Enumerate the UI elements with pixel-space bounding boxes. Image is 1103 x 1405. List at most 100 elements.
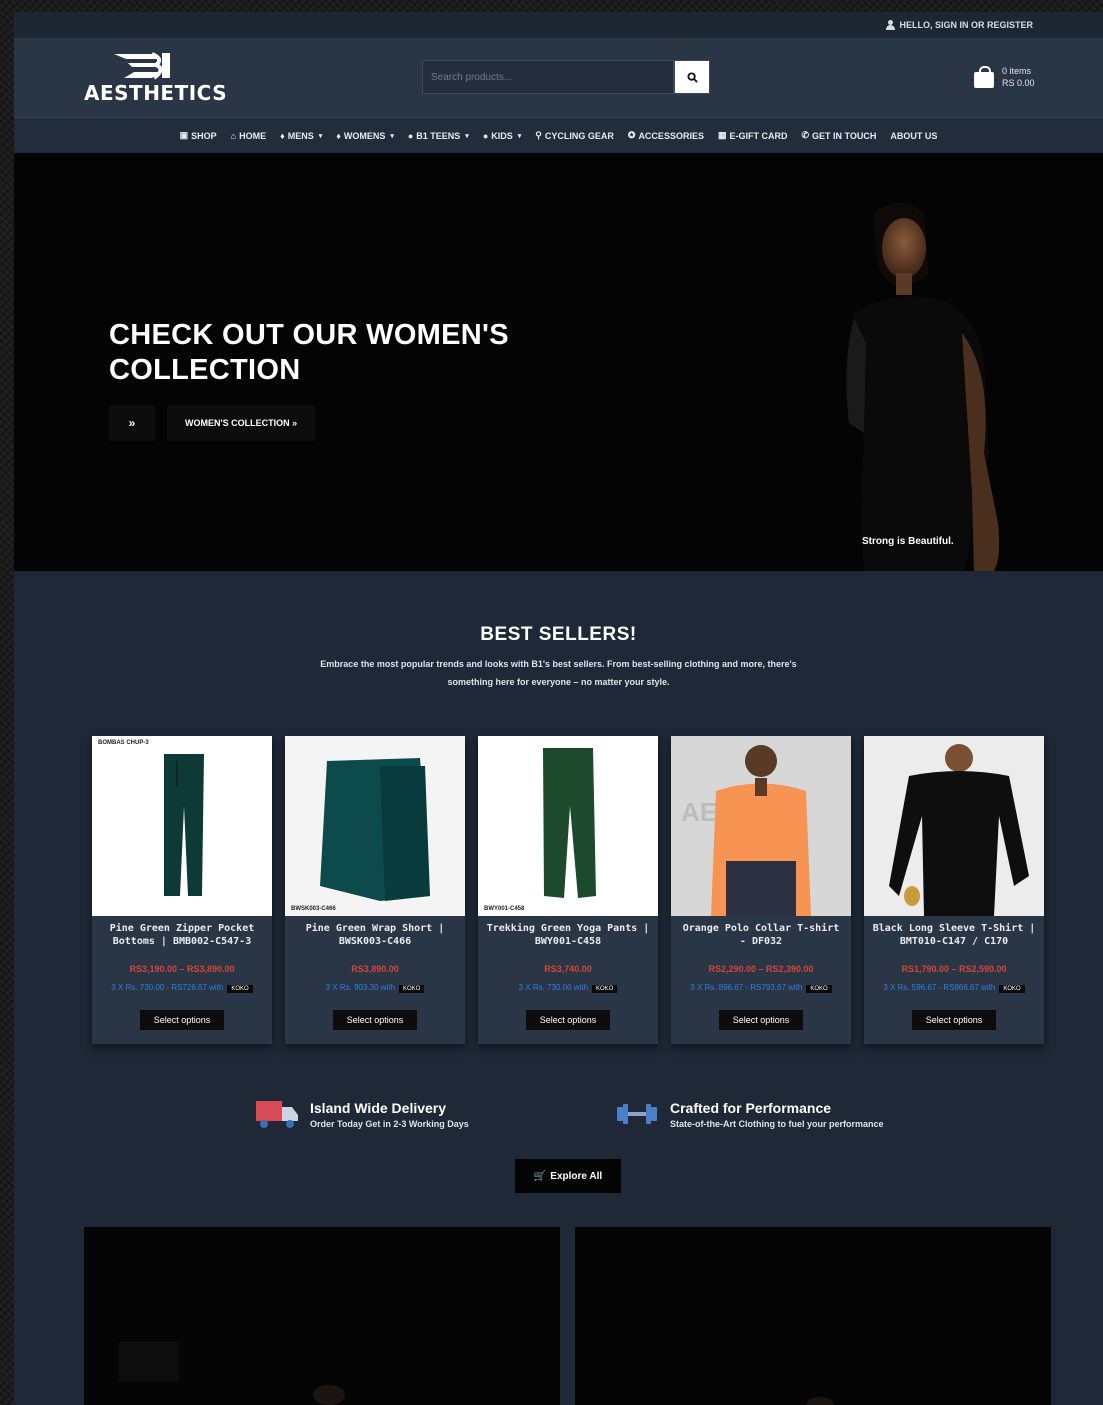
site-header: AESTHETICS 0 items RS 0.00 — [14, 39, 1103, 117]
product-name[interactable]: Black Long Sleeve T-Shirt | BMT010-C147 … — [864, 916, 1044, 958]
koko-badge: KOKO — [999, 985, 1025, 993]
product-price: RS3,890.00 — [351, 964, 399, 974]
product-grid: BOMBAS CHUP-3 Pine Green Zipper Pocket Bo… — [92, 736, 1057, 1044]
product-image[interactable]: AE — [671, 736, 851, 916]
nav-item-label: HOME — [239, 130, 267, 141]
select-options-button[interactable]: Select options — [333, 1010, 417, 1030]
phone-icon: ✆ — [801, 130, 810, 140]
product-name[interactable]: Pine Green Zipper Pocket Bottoms | BMB00… — [92, 916, 272, 958]
promo-panel-left[interactable] — [84, 1227, 560, 1405]
feature-performance: Crafted for Performance State-of-the-Art… — [614, 1097, 884, 1131]
product-image[interactable] — [864, 736, 1044, 916]
top-bar: Hello, SIGN IN or REGISTER — [14, 12, 1103, 39]
gift-icon: ▦ — [717, 130, 727, 140]
hero-model-image — [846, 203, 1000, 571]
page: Hello, SIGN IN or REGISTER AESTHETICS — [14, 12, 1103, 1405]
koko-badge: KOKO — [227, 985, 253, 993]
nav-item-womens[interactable]: ♦ WOMENS ▾ — [336, 131, 394, 141]
product-name[interactable]: Trekking Green Yoga Pants | BWY001-C458 — [478, 916, 658, 958]
product-price: RS3,740.00 — [544, 964, 592, 974]
feature-delivery: Island Wide Delivery Order Today Get in … — [254, 1097, 469, 1131]
nav-item-e-gift-card[interactable]: ▦ E-GIFT CARD — [718, 130, 788, 141]
cart-icon: 🛒 — [533, 1170, 547, 1182]
search-input[interactable] — [422, 60, 674, 94]
kids-icon: ● — [482, 130, 489, 141]
nav-item-get-in-touch[interactable]: ✆ GET IN TOUCH — [801, 130, 876, 141]
b1-logo-mark — [114, 52, 170, 80]
logo[interactable]: AESTHETICS — [84, 51, 227, 105]
product-card[interactable]: Black Long Sleeve T-Shirt | BMT010-C147 … — [864, 736, 1044, 1044]
chevron-down-icon: ▾ — [318, 132, 323, 140]
nav-item-label: KIDS — [491, 130, 513, 141]
nav-item-kids[interactable]: ● KIDS ▾ — [483, 131, 521, 141]
best-sellers-title: BEST SELLERS! — [480, 624, 637, 645]
nav-item-b1-teens[interactable]: ● B1 TEENS ▾ — [408, 131, 469, 141]
nav-item-label: WOMENS — [343, 130, 386, 141]
select-options-button[interactable]: Select options — [912, 1010, 996, 1030]
product-name[interactable]: Pine Green Wrap Short | BWSK003-C466 — [285, 916, 465, 958]
cart-item-count: 0 items — [1002, 66, 1032, 76]
nav-item-cycling-gear[interactable]: ⚲ CYCLING GEAR — [535, 130, 614, 141]
nav-item-label: B1 TEENS — [416, 130, 461, 141]
product-card[interactable]: AE Orange Polo Collar T-shirt - DF032 RS2,… — [671, 736, 851, 1044]
cart[interactable]: 0 items RS 0.00 — [974, 65, 1035, 89]
product-price: RS2,290.00 – RS2,390.00 — [708, 964, 814, 974]
product-card[interactable]: BWY001-C458 Trekking Green Yoga Pants | B… — [478, 736, 658, 1044]
womens-collection-button[interactable]: WOMEN'S COLLECTION » — [167, 405, 316, 441]
search-icon — [686, 71, 698, 83]
feature-subtitle: State-of-the-Art Clothing to fuel your p… — [670, 1118, 884, 1129]
shop-icon: ▣ — [179, 130, 189, 140]
product-image-label: BWY001-C458 — [484, 906, 525, 912]
nav-item-mens[interactable]: ♦ MENS ▾ — [280, 131, 322, 141]
installment-info: 3 X Rs. 903.30 with KOKO — [285, 983, 465, 993]
product-image[interactable]: BWY001-C458 — [478, 736, 658, 916]
product-image[interactable]: BOMBAS CHUP-3 — [92, 736, 272, 916]
nav-item-shop[interactable]: ▣ SHOP — [180, 130, 217, 141]
nav-item-label: SHOP — [191, 130, 217, 141]
koko-badge: KOKO — [399, 985, 425, 993]
product-name[interactable]: Orange Polo Collar T-shirt - DF032 — [671, 916, 851, 958]
product-card[interactable]: BWSK003-C466 Pine Green Wrap Short | BWSK… — [285, 736, 465, 1044]
chevron-down-icon: ▾ — [465, 132, 469, 140]
best-sellers-subtitle: Embrace the most popular trends and look… — [320, 659, 797, 687]
nav-item-label: MENS — [287, 130, 314, 141]
male-icon: ♦ — [280, 130, 285, 141]
select-options-button[interactable]: Select options — [719, 1010, 803, 1030]
chevron-down-icon: ▾ — [390, 132, 394, 140]
hero-banner: CHECK OUT OUR WOMEN'S COLLECTION » WOMEN… — [14, 153, 1103, 571]
select-options-button[interactable]: Select options — [526, 1010, 610, 1030]
product-card[interactable]: BOMBAS CHUP-3 Pine Green Zipper Pocket Bo… — [92, 736, 272, 1044]
product-price: RS3,190.00 – RS3,890.00 — [129, 964, 235, 974]
dumbbell-icon — [617, 1104, 657, 1124]
explore-all-button[interactable]: 🛒 Explore All — [515, 1159, 621, 1193]
nav-item-label: ACCESSORIES — [638, 130, 704, 141]
logo-text: AESTHETICS — [84, 81, 228, 105]
delivery-truck-icon — [256, 1101, 298, 1128]
nav-item-label: GET IN TOUCH — [812, 130, 877, 141]
product-image-label: BWSK003-C466 — [291, 906, 336, 912]
search-button[interactable] — [674, 60, 710, 94]
accessories-icon: ✪ — [627, 130, 636, 140]
promo-panel-right[interactable] — [575, 1227, 1051, 1405]
installment-info: 3 X Rs. 730.00 with KOKO — [478, 983, 658, 993]
select-options-button[interactable]: Select options — [140, 1010, 224, 1030]
hero-caption: Strong is Beautiful. — [862, 536, 954, 547]
sign-in-link[interactable]: Hello, SIGN IN or REGISTER — [899, 20, 1033, 30]
nav-item-accessories[interactable]: ✪ ACCESSORIES — [628, 130, 704, 141]
koko-badge: KOKO — [592, 985, 618, 993]
nav-item-label: ABOUT US — [890, 130, 938, 141]
nav-item-about-us[interactable]: ABOUT US — [890, 131, 937, 141]
feature-title: Crafted for Performance — [670, 1099, 832, 1116]
product-image[interactable]: BWSK003-C466 — [285, 736, 465, 916]
installment-info: 3 X Rs. 730.00 - RS726.67 with KOKO — [92, 983, 272, 993]
installment-info: 3 X Rs. 596.67 - RS866.67 with KOKO — [864, 983, 1044, 993]
nav-item-home[interactable]: ⌂ HOME — [231, 131, 266, 141]
feature-subtitle: Order Today Get in 2-3 Working Days — [310, 1118, 469, 1129]
nav-item-label: E-GIFT CARD — [729, 130, 788, 141]
teens-icon: ● — [407, 130, 414, 141]
hero-title: CHECK OUT OUR WOMEN'S COLLECTION — [109, 319, 509, 386]
shopping-bag-icon — [974, 66, 994, 88]
hero-arrow-button[interactable]: » — [109, 405, 155, 441]
female-icon: ♦ — [336, 130, 341, 141]
promo-image — [119, 1342, 345, 1405]
